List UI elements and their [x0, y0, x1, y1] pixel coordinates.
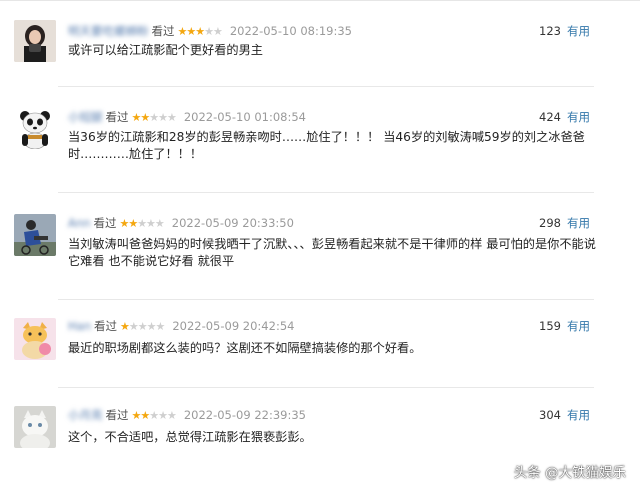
rating-stars: ★★★★★	[131, 409, 177, 422]
rating-stars: ★★★★★	[119, 217, 164, 230]
avatar[interactable]	[14, 20, 56, 62]
avatar-girl-icon	[14, 20, 56, 62]
vote-area: 298 有用	[539, 215, 590, 231]
rating-stars: ★★★★★	[177, 25, 223, 38]
vote-area: 123 有用	[539, 23, 590, 39]
comment-text: 最近的职场剧都这么装的吗？这剧还不如隔壁搞装修的那个好看。	[68, 341, 422, 355]
watched-status: 看过	[151, 24, 175, 38]
vote-count: 298	[539, 216, 561, 230]
comment-meta: Ann 看过 ★★★★★ 2022-05-09 20:33:50	[68, 215, 294, 231]
useful-button[interactable]: 有用	[567, 110, 590, 124]
comment-meta: 小短腿 看过 ★★★★★ 2022-05-10 01:08:54	[68, 109, 306, 125]
comment-item: 明天要吃螺蛳粉 看过 ★★★★★ 2022-05-10 08:19:35 123 有用 …	[0, 0, 640, 87]
comment-time: 2022-05-09 22:39:35	[183, 408, 306, 422]
avatar[interactable]	[14, 214, 56, 256]
vote-count: 123	[539, 24, 561, 38]
useful-button[interactable]: 有用	[567, 24, 590, 38]
watched-status: 看过	[93, 216, 117, 230]
rating-stars: ★★★★★	[119, 320, 165, 333]
avatar[interactable]	[14, 107, 56, 149]
useful-button[interactable]: 有用	[567, 319, 590, 333]
watched-status: 看过	[93, 319, 117, 333]
username-link[interactable]: 小月亮	[68, 408, 103, 422]
watched-status: 看过	[105, 110, 129, 124]
avatar[interactable]	[14, 318, 56, 360]
comment-item: 小短腿 看过 ★★★★★ 2022-05-10 01:08:54 424 有用 当36岁…	[0, 87, 640, 193]
vote-count: 304	[539, 408, 561, 422]
vote-count: 424	[539, 110, 561, 124]
vote-area: 159 有用	[539, 318, 590, 334]
comment-meta: Han 看过 ★★★★★ 2022-05-09 20:42:54	[68, 318, 294, 334]
username-link[interactable]: 明天要吃螺蛳粉	[68, 24, 149, 38]
comment-time: 2022-05-09 20:33:50	[171, 216, 294, 230]
rating-stars: ★★★★★	[131, 111, 177, 124]
avatar-person-icon	[14, 214, 56, 256]
vote-count: 159	[539, 319, 561, 333]
comment-text: 当刘敏涛叫爸爸妈妈的时候我晒干了沉默、、、彭昱畅看起来就不是干律师的样 最可怕的…	[68, 237, 596, 268]
useful-button[interactable]: 有用	[567, 408, 590, 422]
username-link[interactable]: 小短腿	[68, 110, 103, 124]
username-link[interactable]: Ann	[68, 216, 90, 230]
comment-time: 2022-05-10 08:19:35	[229, 24, 352, 38]
avatar[interactable]	[14, 406, 56, 448]
comment-text: 这个，不合适吧，总觉得江疏影在猥亵彭彭。	[68, 430, 312, 444]
comment-text: 或许可以给江疏影配个更好看的男主	[68, 43, 263, 57]
watermark: 头条 @大铁猫娱乐	[513, 465, 626, 481]
comment-meta: 小月亮 看过 ★★★★★ 2022-05-09 22:39:35	[68, 407, 306, 423]
comment-text: 当36岁的江疏影和28岁的彭昱畅亲吻时……尬住了！！！ 当46岁的刘敏涛喊59岁…	[68, 130, 585, 161]
avatar-cartoon-cat-icon	[14, 318, 56, 360]
avatar-white-cat-icon	[14, 406, 56, 448]
comment-time: 2022-05-10 01:08:54	[183, 110, 306, 124]
vote-area: 304 有用	[539, 407, 590, 423]
comment-item: Ann 看过 ★★★★★ 2022-05-09 20:33:50 298 有用 当刘敏涛…	[0, 193, 640, 300]
watched-status: 看过	[105, 408, 129, 422]
comment-item: Han 看过 ★★★★★ 2022-05-09 20:42:54 159 有用 最近的职…	[0, 300, 640, 388]
avatar-panda-icon	[14, 107, 56, 149]
useful-button[interactable]: 有用	[567, 216, 590, 230]
vote-area: 424 有用	[539, 109, 590, 125]
username-link[interactable]: Han	[68, 319, 91, 333]
comment-time: 2022-05-09 20:42:54	[172, 319, 295, 333]
comment-meta: 明天要吃螺蛳粉 看过 ★★★★★ 2022-05-10 08:19:35	[68, 23, 352, 39]
